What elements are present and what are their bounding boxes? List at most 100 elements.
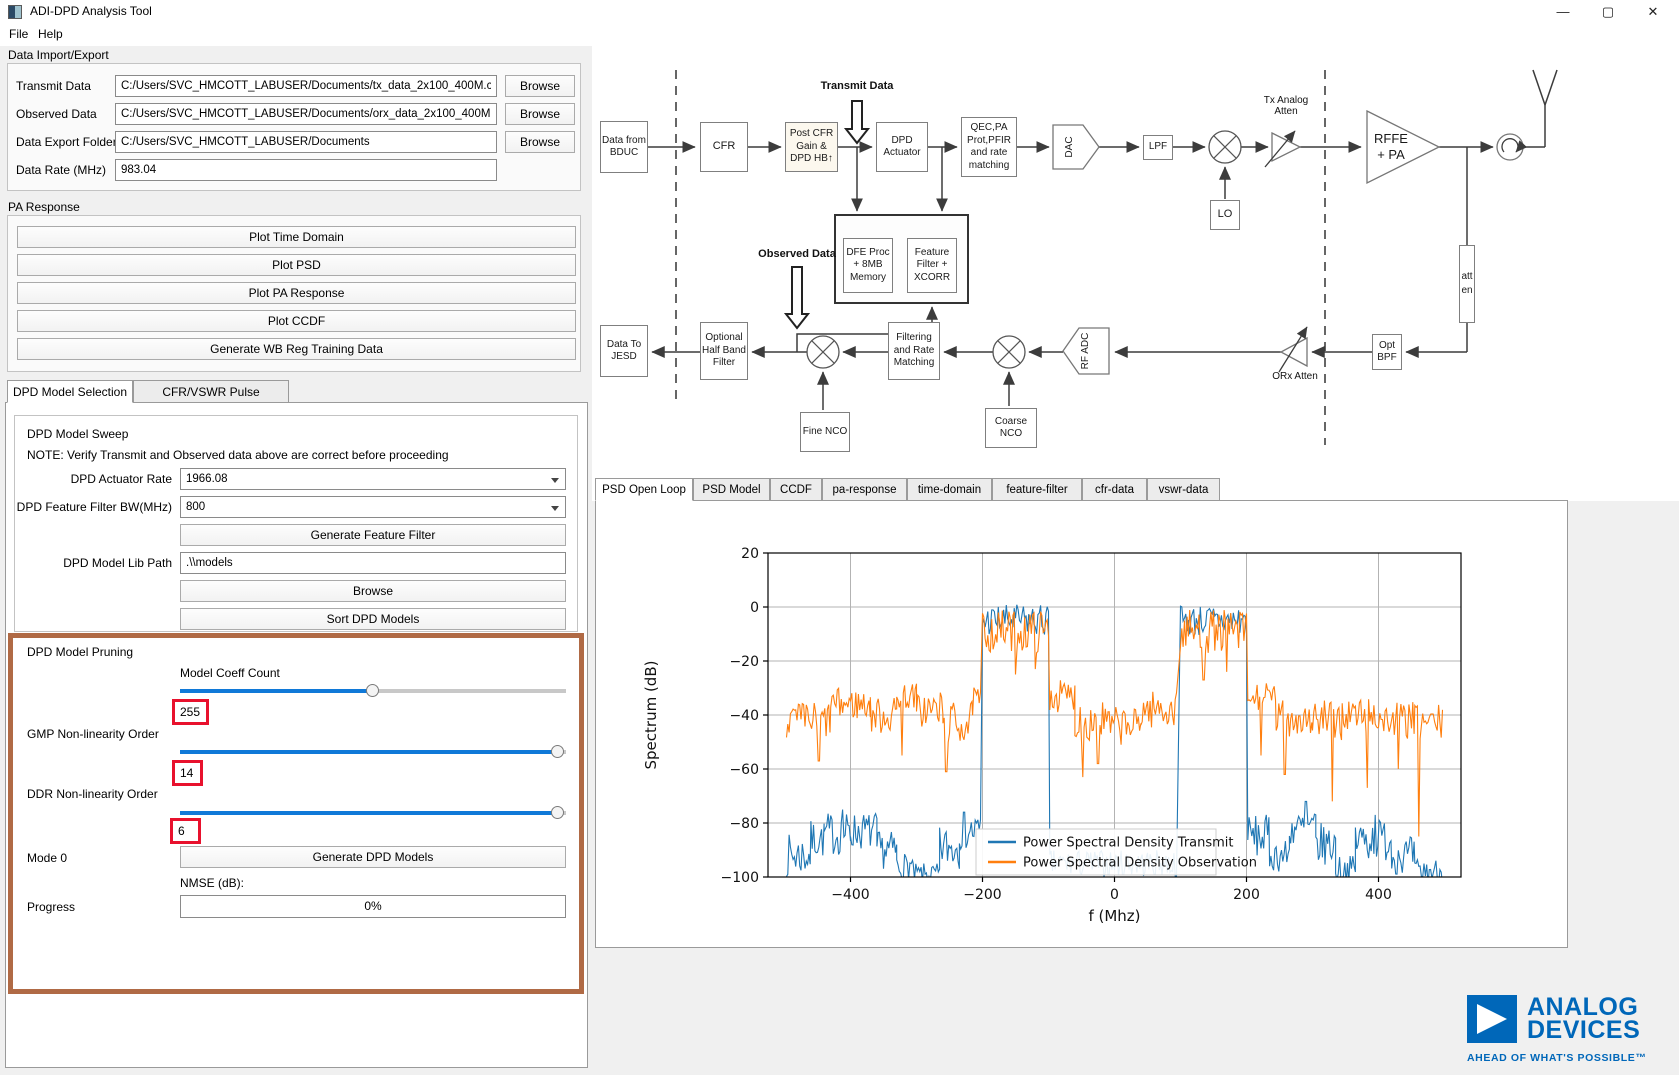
plot-ccdf-button[interactable]: Plot CCDF: [17, 310, 576, 332]
transmit-data-browse-button[interactable]: Browse: [505, 75, 575, 97]
ddr-order-value: 6: [170, 818, 201, 844]
observed-data-label: Observed Data: [730, 248, 864, 260]
block-atten: atten: [1459, 245, 1475, 323]
sort-dpd-models-button[interactable]: Sort DPD Models: [180, 608, 566, 630]
signal-chain-diagram: Data from BDUC CFR Post CFR Gain & DPD H…: [595, 55, 1605, 485]
tx-atten-label: Tx Analog Atten: [1256, 95, 1316, 117]
data-rate-input[interactable]: [115, 159, 497, 181]
nmse-label: NMSE (dB):: [180, 876, 244, 890]
generate-dpd-models-button[interactable]: Generate DPD Models: [180, 846, 566, 868]
ddr-order-label: DDR Non-linearity Order: [27, 787, 158, 801]
tab-dpd-model-selection[interactable]: DPD Model Selection: [7, 380, 133, 403]
slider-thumb[interactable]: [366, 684, 379, 697]
ddr-order-slider[interactable]: [180, 806, 566, 820]
svg-text:−400: −400: [831, 887, 869, 903]
app-icon: [8, 5, 22, 19]
svg-text:−200: −200: [963, 887, 1001, 903]
model-sweep-note: NOTE: Verify Transmit and Observed data …: [27, 448, 449, 462]
svg-text:200: 200: [1233, 887, 1260, 903]
block-lpf: LPF: [1143, 135, 1173, 160]
transmit-data-label: Transmit Data: [16, 79, 91, 93]
tab-ccdf[interactable]: CCDF: [770, 478, 822, 501]
svg-text:20: 20: [741, 546, 759, 562]
generate-feature-filter-button[interactable]: Generate Feature Filter: [180, 524, 566, 546]
plot-psd-button[interactable]: Plot PSD: [17, 254, 576, 276]
observed-data-browse-button[interactable]: Browse: [505, 103, 575, 125]
block-dpd-actuator: DPD Actuator: [876, 122, 928, 172]
block-half-band: Optional Half Band Filter: [700, 322, 748, 380]
block-lo: LO: [1210, 200, 1240, 230]
block-fine-nco: Fine NCO: [800, 412, 850, 452]
actuator-rate-combobox[interactable]: 1966.08: [180, 468, 566, 490]
svg-text:−80: −80: [729, 816, 759, 832]
model-sweep-title: DPD Model Sweep: [27, 427, 128, 441]
coeff-count-slider[interactable]: [180, 684, 566, 698]
slider-thumb[interactable]: [551, 745, 564, 758]
tab-time-domain[interactable]: time-domain: [907, 478, 992, 501]
generate-wb-reg-button[interactable]: Generate WB Reg Training Data: [17, 338, 576, 360]
block-data-to-jesd: Data To JESD: [600, 325, 648, 377]
transmit-data-input[interactable]: [115, 75, 497, 97]
plot-time-domain-button[interactable]: Plot Time Domain: [17, 226, 576, 248]
minimize-button[interactable]: —: [1541, 0, 1585, 24]
data-rate-label: Data Rate (MHz): [16, 163, 106, 177]
block-feature-filter: Feature Filter + XCORR: [907, 238, 957, 293]
svg-text:−60: −60: [729, 762, 759, 778]
export-folder-browse-button[interactable]: Browse: [505, 131, 575, 153]
observed-data-input[interactable]: [115, 103, 497, 125]
coeff-count-label: Model Coeff Count: [180, 666, 280, 680]
close-button[interactable]: ✕: [1631, 0, 1675, 24]
slider-fill: [180, 689, 373, 693]
window-title: ADI-DPD Analysis Tool: [30, 4, 152, 18]
lib-path-input[interactable]: [180, 552, 566, 574]
feature-bw-value: 800: [186, 501, 205, 513]
tab-psd-open-loop[interactable]: PSD Open Loop: [595, 478, 693, 501]
export-folder-label: Data Export Folder: [16, 135, 117, 149]
psd-chart-panel: 200−20−40−60−80−100−400−2000200400f (Mhz…: [595, 500, 1568, 948]
tab-vswr-data[interactable]: vswr-data: [1147, 478, 1220, 501]
block-cfr: CFR: [700, 122, 748, 172]
mode-label: Mode 0: [27, 851, 67, 865]
progress-label: Progress: [27, 900, 75, 914]
gmp-order-value: 14: [172, 760, 203, 786]
feature-bw-combobox[interactable]: 800: [180, 496, 566, 518]
svg-text:−40: −40: [729, 708, 759, 724]
block-rffe: RFFE + PA: [1369, 125, 1413, 169]
block-rf-adc-label: RF ADC: [1075, 326, 1097, 376]
plot-pa-response-button[interactable]: Plot PA Response: [17, 282, 576, 304]
gmp-order-slider[interactable]: [180, 745, 566, 759]
tab-psd-model[interactable]: PSD Model: [693, 478, 770, 501]
block-data-from-bduc: Data from BDUC: [600, 121, 648, 173]
tab-cfr-data[interactable]: cfr-data: [1082, 478, 1147, 501]
slider-fill: [180, 750, 558, 754]
tab-cfr-vswr[interactable]: CFR/VSWR Pulse Generator: [133, 380, 289, 403]
chevron-down-icon: [551, 506, 559, 511]
lib-path-browse-button[interactable]: Browse: [180, 580, 566, 602]
block-dac-label: DAC: [1059, 127, 1081, 167]
analog-devices-logo-icon: [1467, 995, 1517, 1043]
maximize-button[interactable]: ▢: [1586, 0, 1630, 24]
slider-thumb[interactable]: [551, 806, 564, 819]
tab-pa-response[interactable]: pa-response: [822, 478, 907, 501]
block-qec: QEC,PA Prot,PFIR and rate matching: [961, 117, 1017, 177]
svg-text:−20: −20: [729, 654, 759, 670]
progress-bar: 0%: [180, 895, 566, 918]
block-opt-bpf: Opt BPF: [1372, 334, 1402, 370]
block-dfe-proc: DFE Proc + 8MB Memory: [843, 238, 893, 293]
section-data-import: Data Import/Export: [8, 48, 109, 62]
actuator-rate-label: DPD Actuator Rate: [0, 472, 172, 486]
section-pa-response: PA Response: [8, 200, 80, 214]
slider-fill: [180, 811, 558, 815]
orx-atten-label: ORx Atten: [1260, 371, 1330, 382]
svg-text:0: 0: [1110, 887, 1119, 903]
export-folder-input[interactable]: [115, 131, 497, 153]
transmit-data-label: Transmit Data: [790, 80, 924, 92]
gmp-order-label: GMP Non-linearity Order: [27, 727, 159, 741]
logo-tagline: AHEAD OF WHAT'S POSSIBLE™: [1467, 1052, 1646, 1064]
block-filtering: Filtering and Rate Matching: [888, 322, 940, 380]
menu-help[interactable]: Help: [38, 27, 63, 41]
menu-bar: File Help: [0, 24, 1679, 46]
svg-text:400: 400: [1365, 887, 1392, 903]
menu-file[interactable]: File: [9, 27, 28, 41]
tab-feature-filter[interactable]: feature-filter: [992, 478, 1082, 501]
